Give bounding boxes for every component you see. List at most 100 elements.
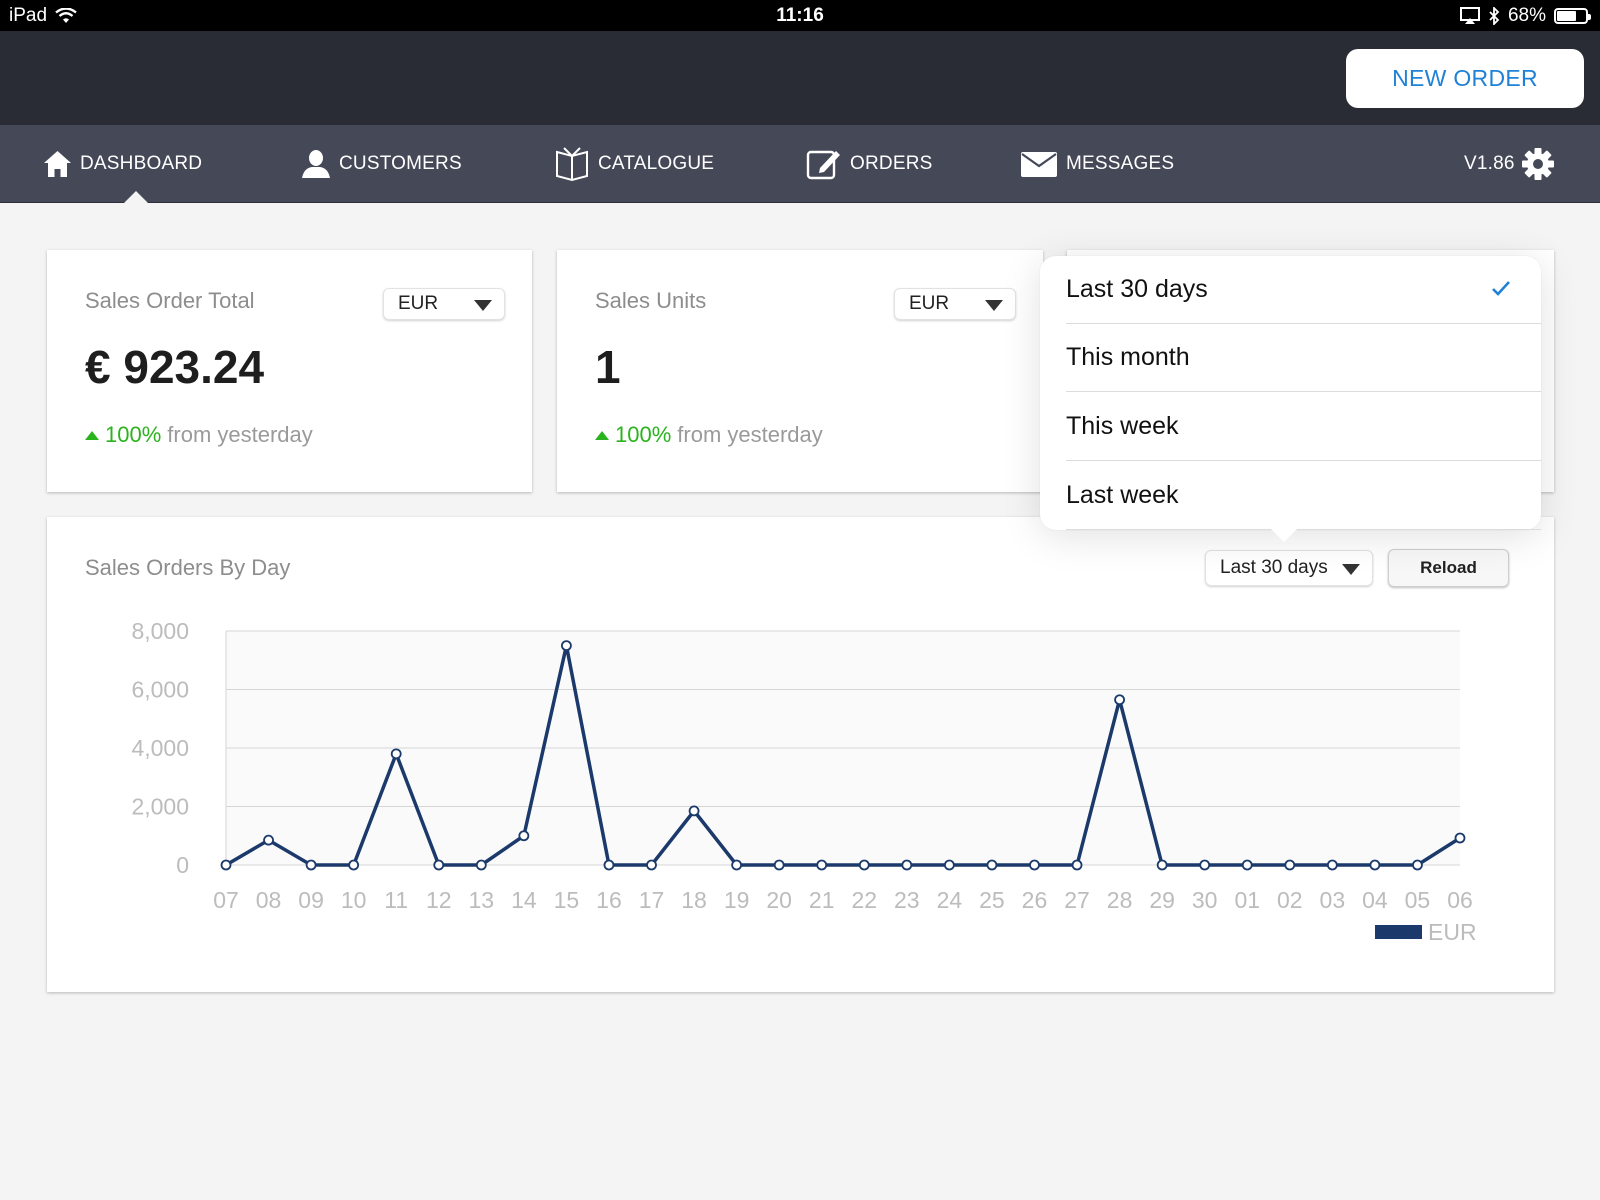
- dropdown-option-this-month[interactable]: This month: [1066, 324, 1541, 392]
- data-point: [1369, 859, 1381, 871]
- x-tick-label: 21: [809, 887, 835, 913]
- x-tick-label: 18: [681, 887, 707, 913]
- data-point: [1071, 859, 1083, 871]
- card-title: Sales Order Total: [85, 288, 255, 313]
- x-tick-label: 19: [724, 887, 750, 913]
- dropdown-option-this-week[interactable]: This week: [1066, 393, 1541, 461]
- nav-label: MESSAGES: [1066, 153, 1175, 174]
- nav-item-catalogue[interactable]: CATALOGUE: [554, 125, 714, 203]
- battery-percent: 68%: [1507, 5, 1546, 26]
- gear-icon: [1521, 148, 1554, 180]
- bluetooth-icon: [1489, 7, 1500, 25]
- data-point: [773, 859, 785, 871]
- data-point: [688, 805, 700, 817]
- data-point: [348, 859, 360, 871]
- card-title: Sales Units: [595, 288, 707, 313]
- option-label: This week: [1066, 412, 1179, 440]
- legend-swatch: [1375, 925, 1422, 939]
- data-point: [263, 834, 274, 846]
- clock: 11:16: [776, 5, 824, 26]
- x-tick-label: 28: [1107, 887, 1133, 913]
- legend-label: EUR: [1428, 919, 1477, 945]
- status-bar: iPad 11:16 68%: [0, 0, 1600, 31]
- x-tick-label: 09: [298, 887, 324, 913]
- popover-arrow: [1268, 526, 1300, 542]
- range-dropdown: Last 30 days This month This week Last w…: [1040, 256, 1541, 542]
- data-point: [518, 830, 530, 842]
- data-point: [1454, 832, 1466, 844]
- x-tick-label: 07: [213, 887, 239, 913]
- app-header: NEW ORDER: [0, 31, 1600, 125]
- nav-item-messages[interactable]: MESSAGES: [1020, 125, 1174, 203]
- x-tick-label: 01: [1234, 887, 1260, 913]
- battery-icon: [1554, 8, 1591, 24]
- x-tick-label: 02: [1277, 887, 1303, 913]
- arrow-up-icon: [85, 430, 99, 440]
- option-label: Last week: [1066, 481, 1179, 509]
- data-point: [220, 859, 232, 871]
- option-label: Last 30 days: [1066, 275, 1208, 303]
- currency-value: EUR: [909, 293, 950, 314]
- data-point: [646, 859, 657, 871]
- data-point: [1241, 859, 1253, 871]
- y-tick-label: 2,000: [131, 794, 189, 820]
- y-tick-label: 8,000: [131, 618, 189, 644]
- user-icon: [302, 150, 330, 178]
- x-tick-label: 15: [554, 887, 580, 913]
- data-point: [433, 859, 445, 871]
- x-tick-label: 25: [979, 887, 1005, 913]
- card-value: € 923.24: [85, 341, 265, 393]
- nav-label: CUSTOMERS: [339, 153, 462, 174]
- edit-icon: [806, 150, 840, 180]
- data-point: [475, 859, 487, 871]
- x-tick-label: 23: [894, 887, 920, 913]
- x-tick-label: 06: [1447, 887, 1473, 913]
- change-text: from yesterday: [677, 422, 823, 447]
- x-tick-label: 16: [596, 887, 622, 913]
- nav-item-orders[interactable]: ORDERS: [806, 125, 933, 203]
- y-tick-label: 0: [176, 852, 189, 878]
- y-tick-label: 6,000: [131, 677, 189, 703]
- chevron-down-icon: [985, 300, 1003, 311]
- data-point: [1199, 859, 1211, 871]
- x-tick-label: 30: [1192, 887, 1218, 913]
- data-point: [1029, 859, 1040, 871]
- x-tick-label: 20: [766, 887, 792, 913]
- data-point: [1284, 859, 1296, 871]
- chevron-down-icon: [474, 300, 492, 311]
- change-percent: 100%: [105, 422, 162, 447]
- new-order-button[interactable]: NEW ORDER: [1346, 49, 1584, 108]
- data-point: [816, 859, 828, 871]
- x-tick-label: 11: [384, 887, 408, 913]
- currency-select[interactable]: EUR: [894, 288, 1016, 320]
- x-tick-label: 13: [469, 887, 495, 913]
- data-point: [943, 859, 955, 871]
- active-tab-indicator: [123, 191, 149, 204]
- currency-value: EUR: [398, 293, 439, 314]
- nav-label: ORDERS: [850, 153, 933, 174]
- card-sales-units: Sales Units EUR 1 100% from yesterday: [557, 250, 1043, 492]
- x-tick-label: 04: [1362, 887, 1388, 913]
- x-tick-label: 12: [426, 887, 452, 913]
- checkmark-icon: [1492, 281, 1510, 296]
- data-point: [305, 859, 317, 871]
- x-tick-label: 14: [511, 887, 537, 913]
- chart-card: Sales Orders By Day Last 30 days Reload …: [47, 517, 1554, 992]
- data-point: [858, 859, 870, 871]
- currency-select[interactable]: EUR: [383, 288, 505, 320]
- nav-version-settings[interactable]: V1.86: [1464, 125, 1555, 203]
- card-value: 1: [595, 341, 621, 393]
- arrow-up-icon: [595, 430, 609, 440]
- data-point: [1412, 859, 1423, 871]
- book-icon: [556, 147, 588, 182]
- data-point: [731, 859, 743, 871]
- nav-label: CATALOGUE: [598, 153, 715, 174]
- y-tick-label: 4,000: [131, 735, 189, 761]
- x-tick-label: 05: [1405, 887, 1431, 913]
- dropdown-option-last-week[interactable]: Last week: [1066, 462, 1541, 530]
- x-tick-label: 03: [1320, 887, 1346, 913]
- nav-item-customers[interactable]: CUSTOMERS: [301, 125, 462, 203]
- home-icon: [44, 151, 71, 177]
- dropdown-option-last-30-days[interactable]: Last 30 days: [1066, 256, 1541, 324]
- data-point: [603, 859, 615, 871]
